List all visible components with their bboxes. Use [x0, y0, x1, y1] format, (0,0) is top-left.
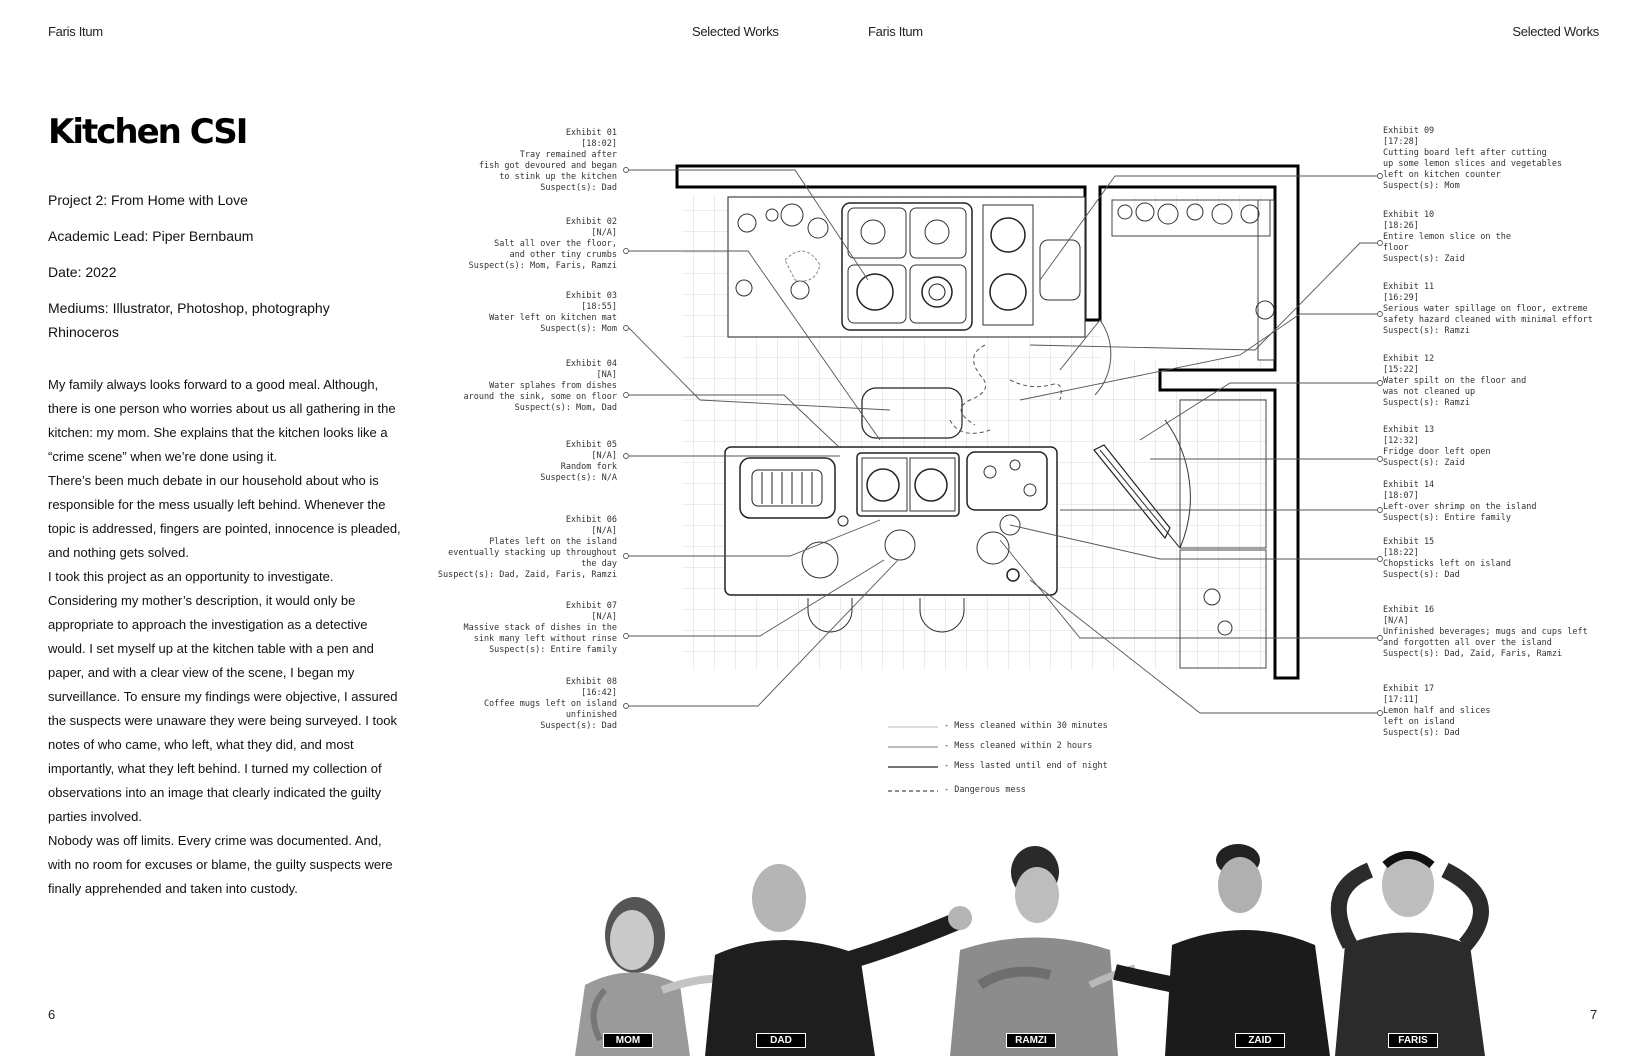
exhibit-15-label: Exhibit 15 [18:22] Chopsticks left on is…	[1383, 537, 1511, 580]
exhibit-02-label: Exhibit 02 [N/A] Salt all over the floor…	[468, 217, 617, 271]
exhibit-13-label: Exhibit 13 [12:32] Fridge door left open…	[1383, 425, 1491, 468]
exhibit-10-label: Exhibit 10 [18:26] Entire lemon slice on…	[1383, 210, 1511, 264]
suspect-tag-zaid: ZAID	[1235, 1033, 1285, 1048]
sink	[841, 202, 973, 331]
suspect-tag-dad: DAD	[756, 1033, 806, 1048]
legend-2-hours: - Mess cleaned within 2 hours	[944, 741, 1093, 751]
suspect-faris	[1330, 851, 1489, 1056]
exhibit-04-label: Exhibit 04 [NA] Water splahes from dishe…	[463, 359, 617, 413]
exhibit-03-label: Exhibit 03 [18:55] Water left on kitchen…	[489, 291, 617, 334]
legend-end-of-night: - Mess lasted until end of night	[944, 761, 1108, 771]
exhibit-11-label: Exhibit 11 [16:29] Serious water spillag…	[1383, 282, 1593, 336]
suspect-ramzi	[950, 846, 1136, 1056]
exhibit-01-label: Exhibit 01 [18:02] Tray remained after f…	[478, 128, 617, 193]
suspect-zaid	[1113, 844, 1330, 1056]
legend-30-minutes: - Mess cleaned within 30 minutes	[944, 721, 1108, 731]
suspect-photos	[575, 844, 1489, 1056]
exhibit-06-label: Exhibit 06 [N/A] Plates left on the isla…	[437, 515, 617, 580]
exhibit-05-label: Exhibit 05 [N/A] Random fork Suspect(s):…	[540, 440, 617, 483]
exhibit-17-label: Exhibit 17 [17:11] Lemon half and slices…	[1383, 684, 1491, 738]
exhibit-12-label: Exhibit 12 [15:22] Water spilt on the fl…	[1383, 354, 1527, 408]
exhibit-07-label: Exhibit 07 [N/A] Massive stack of dishes…	[463, 601, 617, 655]
suspect-tag-faris: FARIS	[1388, 1033, 1438, 1048]
exhibit-16-label: Exhibit 16 [N/A] Unfinished beverages; m…	[1383, 605, 1588, 659]
exhibit-14-label: Exhibit 14 [18:07] Left-over shrimp on t…	[1383, 480, 1537, 523]
suspect-dad	[705, 864, 972, 1056]
exhibit-09-label: Exhibit 09 [17:28] Cutting board left af…	[1383, 126, 1563, 191]
legend-dangerous: - Dangerous mess	[944, 785, 1026, 795]
suspect-tag-ramzi: RAMZI	[1006, 1033, 1056, 1048]
exhibit-08-label: Exhibit 08 [16:42] Coffee mugs left on i…	[483, 677, 617, 731]
suspect-tag-mom: MOM	[603, 1033, 653, 1048]
